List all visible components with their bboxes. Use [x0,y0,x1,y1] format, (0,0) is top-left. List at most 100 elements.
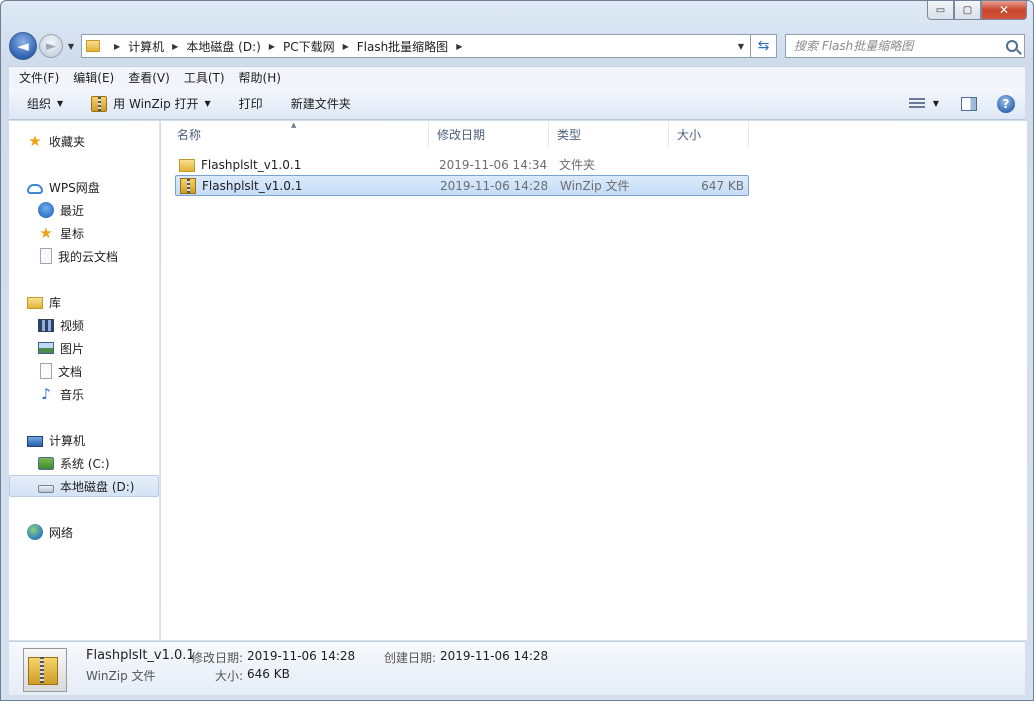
details-created-value: 2019-11-06 14:28 [440,649,549,663]
details-size-label: 大小: [215,669,244,683]
nav-recent[interactable]: 最近 [9,199,159,221]
chevron-right-icon[interactable]: ▶ [114,42,120,51]
breadcrumb-drive-d[interactable]: 本地磁盘 (D:) [186,38,260,55]
column-header-modified[interactable]: 修改日期 [429,121,549,147]
nav-network[interactable]: 网络 [9,521,159,543]
winzip-icon [91,95,108,112]
file-name: Flashplslt_v1.0.1 [202,178,303,193]
minimize-button[interactable]: ▭ [927,1,954,20]
menu-bar: 文件(F) 编辑(E) 查看(V) 工具(T) 帮助(H) [9,66,1025,88]
file-row-selected[interactable]: Flashplslt_v1.0.1 2019-11-06 14:28 WinZi… [175,175,749,196]
window-caption-buttons: ▭ ▢ ✕ [927,1,1027,21]
search-icon[interactable] [1006,40,1018,52]
file-modified: 2019-11-06 14:28 [440,178,549,193]
search-input[interactable] [794,39,1006,53]
video-icon [38,318,54,332]
nav-drive-d[interactable]: 本地磁盘 (D:) [9,475,159,497]
view-controls: ▼ ? [908,94,1015,113]
nav-drive-c[interactable]: 系统 (C:) [9,452,159,474]
column-header-size[interactable]: 大小 [669,121,749,147]
winzip-file-icon [23,648,67,692]
column-header-label: 名称 [177,127,202,142]
nav-computer[interactable]: 计算机 [9,429,159,451]
nav-label: 视频 [60,318,85,333]
details-pane: Flashplslt_v1.0.1 修改日期: 2019-11-06 14:28… [9,641,1025,695]
details-modified-value: 2019-11-06 14:28 [247,649,356,663]
system-drive-icon [38,456,54,470]
clock-icon [38,202,54,218]
chevron-right-icon[interactable]: ▶ [269,42,275,51]
chevron-right-icon[interactable]: ▶ [343,42,349,51]
file-name: Flashplslt_v1.0.1 [201,157,302,172]
forward-button[interactable]: ► [39,34,63,58]
column-header-name[interactable]: ▲ 名称 [169,121,429,147]
organize-button[interactable]: 组织 ▼ [27,95,63,112]
column-header-type[interactable]: 类型 [549,121,669,147]
file-name-cell: Flashplslt_v1.0.1 [175,158,435,172]
nav-cloud-docs[interactable]: 我的云文档 [9,245,159,267]
explorer-window: ▭ ▢ ✕ ◄ ► ▼ ▶ 计算机 ▶ 本地磁盘 (D:) ▶ PC下载网 ▶ … [0,0,1034,701]
address-bar[interactable]: ▶ 计算机 ▶ 本地磁盘 (D:) ▶ PC下载网 ▶ Flash批量缩略图 ▶… [81,34,751,58]
cloud-icon [27,183,43,194]
nav-label: 系统 (C:) [60,456,110,471]
computer-icon [27,435,43,447]
library-icon [27,297,43,309]
chevron-right-icon[interactable]: ▶ [172,42,178,51]
nav-pictures[interactable]: 图片 [9,337,159,359]
details-created-label: 创建日期: [384,651,437,665]
chevron-right-icon[interactable]: ▶ [456,42,462,51]
file-type: 文件夹 [559,158,596,172]
new-folder-button[interactable]: 新建文件夹 [291,95,351,112]
nav-label: 收藏夹 [49,134,86,149]
star-icon: ★ [28,132,42,150]
sort-ascending-icon: ▲ [291,121,297,129]
nav-videos[interactable]: 视频 [9,314,159,336]
address-dropdown-icon[interactable]: ▼ [732,42,750,51]
search-box[interactable] [785,34,1025,58]
network-icon [27,524,43,540]
folder-icon [86,40,100,52]
menu-tools[interactable]: 工具(T) [184,69,225,86]
history-dropdown-icon[interactable]: ▼ [65,42,77,51]
details-file-name: Flashplslt_v1.0.1 [86,648,195,663]
nav-starred[interactable]: ★ 星标 [9,222,159,244]
breadcrumb-pc-download[interactable]: PC下载网 [283,38,335,55]
nav-label: WPS网盘 [49,180,100,195]
star-icon: ★ [39,224,53,242]
breadcrumb-computer[interactable]: 计算机 [128,38,164,55]
help-button[interactable]: ? [997,94,1015,113]
back-button[interactable]: ◄ [9,32,37,60]
menu-file[interactable]: 文件(F) [19,69,59,86]
preview-pane-icon[interactable] [961,96,977,111]
nav-label: 图片 [60,341,85,356]
file-name-cell: Flashplslt_v1.0.1 [176,177,436,194]
nav-label: 星标 [60,226,85,241]
nav-label: 文档 [58,364,83,379]
nav-documents[interactable]: 文档 [9,360,159,382]
menu-help[interactable]: 帮助(H) [239,69,281,86]
chevron-down-icon: ▼ [204,99,211,108]
nav-music[interactable]: ♪ 音乐 [9,383,159,405]
menu-view[interactable]: 查看(V) [128,69,170,86]
menu-edit[interactable]: 编辑(E) [73,69,114,86]
nav-label: 我的云文档 [58,249,119,264]
view-options-icon[interactable] [908,97,925,110]
maximize-button[interactable]: ▢ [954,1,981,20]
refresh-button[interactable]: ⇆ [751,34,777,58]
nav-favorites[interactable]: ★ 收藏夹 [9,130,159,152]
print-button[interactable]: 打印 [239,95,263,112]
nav-label: 本地磁盘 (D:) [60,479,135,494]
nav-label: 最近 [60,203,85,218]
file-size: 647 KB [701,178,744,193]
close-button[interactable]: ✕ [981,1,1027,20]
open-with-winzip-button[interactable]: 用 WinZip 打开 ▼ [91,95,211,112]
breadcrumb-current-folder[interactable]: Flash批量缩略图 [357,38,448,55]
file-row[interactable]: Flashplslt_v1.0.1 2019-11-06 14:34 文件夹 [175,154,749,175]
nav-label: 网络 [49,525,74,540]
view-dropdown-icon[interactable]: ▼ [933,99,939,108]
document-icon [40,248,52,264]
nav-wps-drive[interactable]: WPS网盘 [9,176,159,198]
nav-library[interactable]: 库 [9,291,159,313]
file-list-pane: ▲ 名称 修改日期 类型 大小 Flashplslt_v1.0.1 2019-1… [161,121,1027,640]
open-with-label: 用 WinZip 打开 [113,97,199,111]
